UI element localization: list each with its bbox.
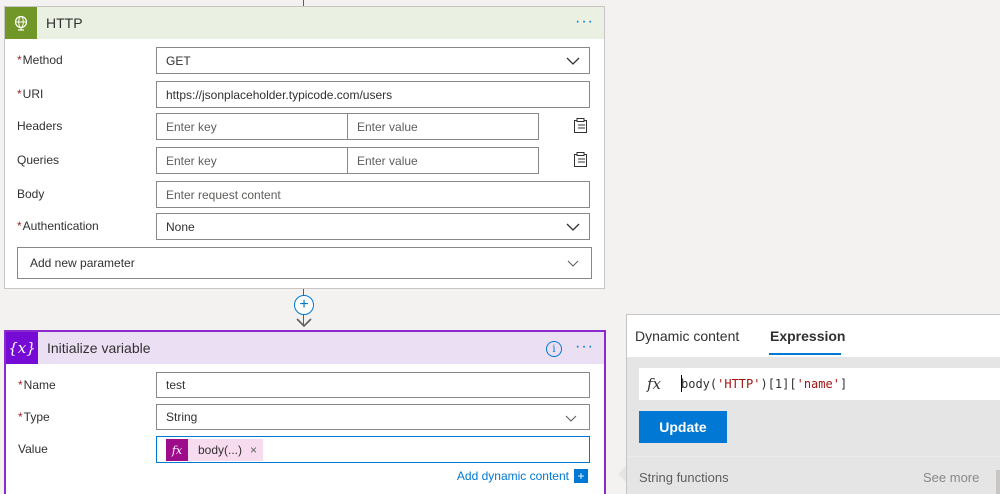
http-card-title: HTTP [46,15,83,31]
insert-step-button[interactable]: + [294,295,314,315]
switch-to-text-mode-icon[interactable] [573,118,589,134]
variable-icon: {x} [6,332,38,364]
type-label: *Type [18,410,50,424]
see-more-link[interactable]: See more [923,470,979,485]
dynamic-content-token[interactable]: fx body(...) × [166,439,264,461]
variable-type-dropdown[interactable]: String [156,404,590,430]
string-functions-section: String functions See more [627,456,1000,494]
chevron-down-icon [566,223,580,231]
name-label: *Name [18,378,56,392]
more-options-icon[interactable]: ··· [575,14,594,30]
panel-pointer [618,466,626,482]
headers-key-input[interactable]: Enter key [156,113,348,140]
more-options-icon[interactable]: ··· [575,339,594,355]
token-label: body(...) [198,443,243,457]
variable-card-header[interactable]: {x} Initialize variable i ··· [6,332,604,364]
method-value: GET [166,53,191,68]
info-icon[interactable]: i [546,341,562,357]
globe-icon [5,7,37,39]
body-label: Body [17,187,45,201]
tab-expression[interactable]: Expression [770,328,845,344]
scrollbar[interactable] [996,470,1000,494]
uri-label: *URI [17,87,44,101]
authentication-dropdown[interactable]: None [156,213,590,240]
method-label: *Method [17,53,63,67]
queries-key-input[interactable]: Enter key [156,147,348,174]
function-icon: fx [166,439,188,461]
variable-type-value: String [166,410,198,424]
connector-arrow-icon [296,318,312,328]
http-card-header[interactable]: HTTP ··· [5,7,604,39]
queries-value-input[interactable]: Enter value [347,147,539,174]
expression-code: body('HTTP')[1]['name'] [681,375,848,392]
queries-label: Queries [17,153,60,167]
remove-token-icon[interactable]: × [250,443,263,457]
tab-dynamic-content[interactable]: Dynamic content [635,328,739,344]
text-cursor [681,375,682,392]
expression-input[interactable]: fx body('HTTP')[1]['name'] [639,368,1000,400]
function-icon: fx [647,375,662,393]
http-action-card[interactable]: HTTP ··· *Method GET *URI https://jsonpl… [4,6,605,289]
add-dynamic-content-link[interactable]: Add dynamic content + [457,469,588,483]
switch-to-text-mode-icon[interactable] [573,152,589,168]
variable-name-input[interactable]: test [156,372,590,398]
add-new-parameter-label: Add new parameter [30,256,135,270]
update-button[interactable]: Update [639,411,727,443]
add-dynamic-content-label: Add dynamic content [456,469,569,483]
uri-input[interactable]: https://jsonplaceholder.typicode.com/use… [156,81,590,108]
add-icon: + [574,469,588,483]
plus-icon: + [299,296,309,313]
authentication-label: *Authentication [17,219,99,233]
headers-value-input[interactable]: Enter value [347,113,539,140]
variable-value-input[interactable]: fx body(...) × [156,436,590,463]
variable-card-title: Initialize variable [47,340,151,356]
body-input[interactable]: Enter request content [156,181,590,208]
chevron-down-icon [566,57,580,65]
panel-tabs: Dynamic content Expression [627,315,1000,357]
expression-body: fx body('HTTP')[1]['name'] Update String… [627,357,1000,494]
headers-label: Headers [17,119,63,133]
chevron-down-icon [567,260,579,267]
string-functions-label: String functions [639,470,729,485]
uri-value: https://jsonplaceholder.typicode.com/use… [166,87,393,102]
value-label: Value [18,442,48,456]
add-new-parameter-dropdown[interactable]: Add new parameter [17,247,592,279]
authentication-value: None [166,219,195,234]
initialize-variable-card[interactable]: {x} Initialize variable i ··· *Name test… [4,330,606,494]
dynamic-content-panel: Dynamic content Expression fx body('HTTP… [626,314,1000,494]
chevron-down-icon [565,415,577,422]
variable-name-value: test [166,378,186,392]
method-dropdown[interactable]: GET [156,47,590,74]
active-tab-indicator [769,353,841,355]
